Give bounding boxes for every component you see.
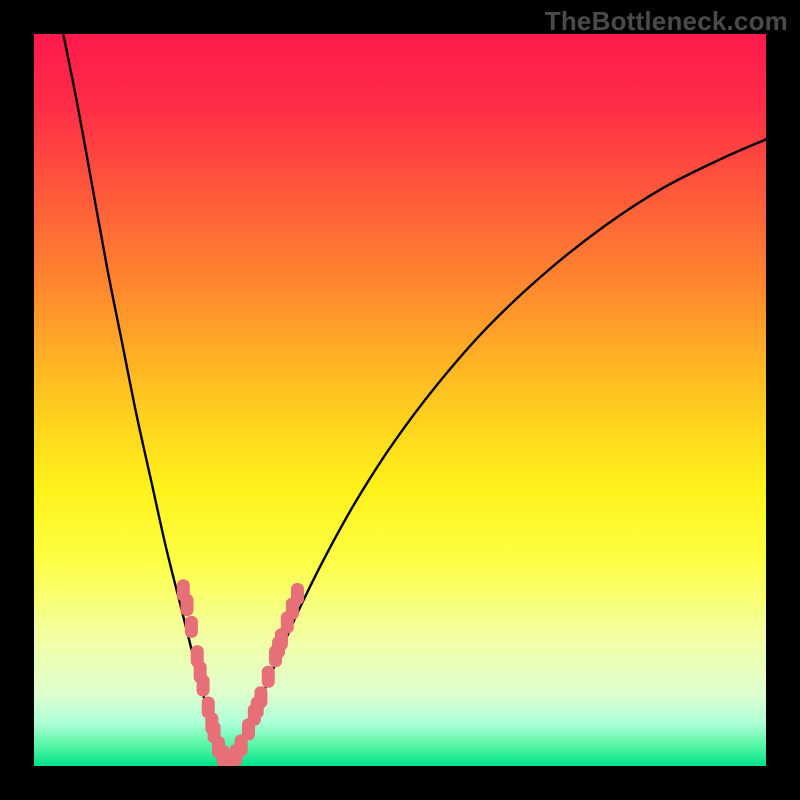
gradient-background (34, 34, 766, 766)
chart-svg (34, 34, 766, 766)
marker-point (185, 616, 198, 638)
watermark-text: TheBottleneck.com (545, 6, 788, 37)
marker-point (254, 686, 267, 708)
marker-point (197, 674, 210, 696)
plot-area (34, 34, 766, 766)
chart-frame: TheBottleneck.com (0, 0, 800, 800)
marker-point (262, 666, 275, 688)
marker-point (291, 583, 304, 605)
marker-point (180, 594, 193, 616)
